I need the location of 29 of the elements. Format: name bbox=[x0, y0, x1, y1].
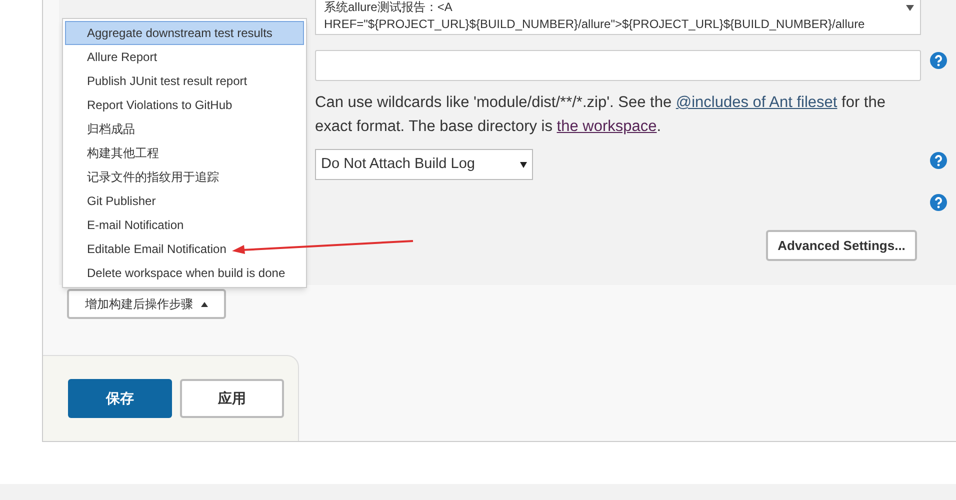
help-text: Can use wildcards like 'module/dist/**/*.zip'. See the @includes of Ant fileset for the exact format. The base directory is the workspace. bbox=[315, 93, 886, 137]
caret-icon bbox=[520, 162, 527, 168]
menu-item[interactable]: Git Publisher bbox=[65, 189, 158, 213]
menu-item[interactable]: 记录文件的指纹用于追踪 bbox=[65, 165, 221, 189]
menu-item[interactable]: Aggregate downstream test results bbox=[65, 21, 304, 45]
text-line: 系统allure测试报告：<A bbox=[324, 0, 452, 16]
apply-button[interactable]: 应用 bbox=[180, 379, 284, 418]
menu-item[interactable]: E-mail Notification bbox=[65, 213, 186, 237]
advanced-settings-button[interactable]: Advanced Settings... bbox=[766, 230, 917, 261]
menu-item[interactable]: Allure Report bbox=[65, 45, 160, 69]
help-icon[interactable] bbox=[930, 152, 947, 169]
menu-item[interactable]: Report Violations to GitHub bbox=[65, 93, 234, 117]
help-icon[interactable] bbox=[930, 194, 947, 211]
menu-item[interactable]: Delete workspace when build is done bbox=[65, 261, 288, 285]
caret-up-icon bbox=[201, 302, 208, 307]
menu-item[interactable]: Editable Email Notification bbox=[65, 237, 228, 261]
menu-item[interactable]: Publish JUnit test result report bbox=[65, 69, 250, 93]
help-icon[interactable] bbox=[930, 52, 947, 69]
text-line: HREF="${PROJECT_URL}${BUILD_NUMBER}/allure">${PROJECT_URL}${BUILD_NUMBER}/allure bbox=[324, 16, 865, 33]
link[interactable]: @includes of Ant fileset bbox=[676, 94, 838, 111]
menu-item[interactable]: 归档成品 bbox=[65, 117, 137, 141]
scroll-arrow-icon[interactable] bbox=[906, 5, 914, 11]
menu-item[interactable]: 构建其他工程 bbox=[65, 141, 161, 165]
text-area[interactable]: 系统allure测试报告：<A HREF="${PROJECT_URL}${BUILD_NUMBER}/allure">${PROJECT_URL}${BUILD_NUMBER}/allure bbox=[315, 0, 921, 35]
dropdown-select[interactable]: Do Not Attach Build Log bbox=[315, 149, 533, 180]
save-button[interactable]: 保存 bbox=[68, 379, 172, 418]
input-field[interactable] bbox=[315, 50, 921, 81]
link[interactable]: the workspace bbox=[556, 118, 657, 135]
add-post-build-step-button[interactable]: 增加构建后操作步骤 bbox=[67, 289, 226, 320]
